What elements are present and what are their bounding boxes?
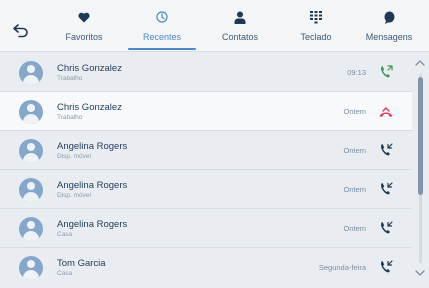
chevron-up-icon[interactable] xyxy=(414,57,426,69)
missed-call-icon[interactable] xyxy=(378,103,394,119)
chevron-down-icon[interactable] xyxy=(414,267,426,279)
number-type: Disp. móvel xyxy=(57,192,91,199)
call-time: Ontem xyxy=(343,185,366,194)
message-icon xyxy=(384,11,394,24)
keypad-icon xyxy=(310,10,322,23)
recent-calls-list: Chris Gonzalez Trabalho 09:13 Chris Gonz… xyxy=(0,53,412,288)
contact-name: Angelina Rogers xyxy=(57,180,128,191)
call-time: Ontem xyxy=(343,224,366,233)
tab-label: Recentes xyxy=(142,32,182,42)
call-time: Segunda-feira xyxy=(318,263,366,272)
contact-name: Angelina Rogers xyxy=(57,219,128,230)
call-row[interactable]: Chris Gonzalez Trabalho Ontem xyxy=(0,92,412,131)
number-type: Casa xyxy=(57,270,73,277)
call-row[interactable]: Angelina Rogers Disp. móvel Ontem xyxy=(0,131,412,170)
incoming-call-icon[interactable] xyxy=(378,142,394,158)
tab-bar: Favoritos Recentes Contatos Teclado Mens… xyxy=(0,0,429,52)
tab-teclado[interactable]: Teclado xyxy=(276,6,356,50)
tab-label: Favoritos xyxy=(65,32,103,42)
avatar xyxy=(19,217,43,241)
call-time: Ontem xyxy=(343,146,366,155)
number-type: Trabalho xyxy=(57,75,83,82)
avatar xyxy=(19,61,43,85)
heart-icon xyxy=(78,12,90,22)
contact-name: Chris Gonzalez xyxy=(57,102,122,113)
call-time: Ontem xyxy=(343,107,366,116)
tab-label: Contatos xyxy=(221,32,259,42)
scrollbar[interactable] xyxy=(412,53,429,288)
number-type: Casa xyxy=(57,231,73,238)
clock-icon xyxy=(156,11,168,23)
tab-contatos[interactable]: Contatos xyxy=(200,6,280,50)
tab-label: Mensagens xyxy=(365,32,413,42)
call-row[interactable]: Tom Garcia Casa Segunda-feira xyxy=(0,248,412,287)
contact-name: Tom Garcia xyxy=(57,258,106,269)
contact-name: Angelina Rogers xyxy=(57,141,128,152)
call-row[interactable]: Chris Gonzalez Trabalho 09:13 xyxy=(0,53,412,92)
incoming-call-icon[interactable] xyxy=(378,220,394,236)
number-type: Trabalho xyxy=(57,114,83,121)
scroll-thumb[interactable] xyxy=(418,77,423,195)
avatar xyxy=(19,139,43,163)
avatar xyxy=(19,100,43,124)
incoming-call-icon[interactable] xyxy=(378,181,394,197)
back-arrow-icon xyxy=(13,24,28,38)
contact-name: Chris Gonzalez xyxy=(57,63,122,74)
tab-mensagens[interactable]: Mensagens xyxy=(349,6,429,50)
person-icon xyxy=(234,11,246,24)
avatar xyxy=(19,178,43,202)
tab-recentes[interactable]: Recentes xyxy=(122,6,202,50)
incoming-call-icon[interactable] xyxy=(378,259,394,275)
tab-label: Teclado xyxy=(300,32,332,42)
call-row[interactable]: Angelina Rogers Casa Ontem xyxy=(0,209,412,248)
back-button[interactable] xyxy=(8,18,34,44)
number-type: Disp. móvel xyxy=(57,153,91,160)
tab-favoritos[interactable]: Favoritos xyxy=(44,6,124,50)
call-row[interactable]: Angelina Rogers Disp. móvel Ontem xyxy=(0,170,412,209)
outgoing-call-icon[interactable] xyxy=(378,64,394,80)
avatar xyxy=(19,256,43,280)
call-time: 09:13 xyxy=(347,68,366,77)
